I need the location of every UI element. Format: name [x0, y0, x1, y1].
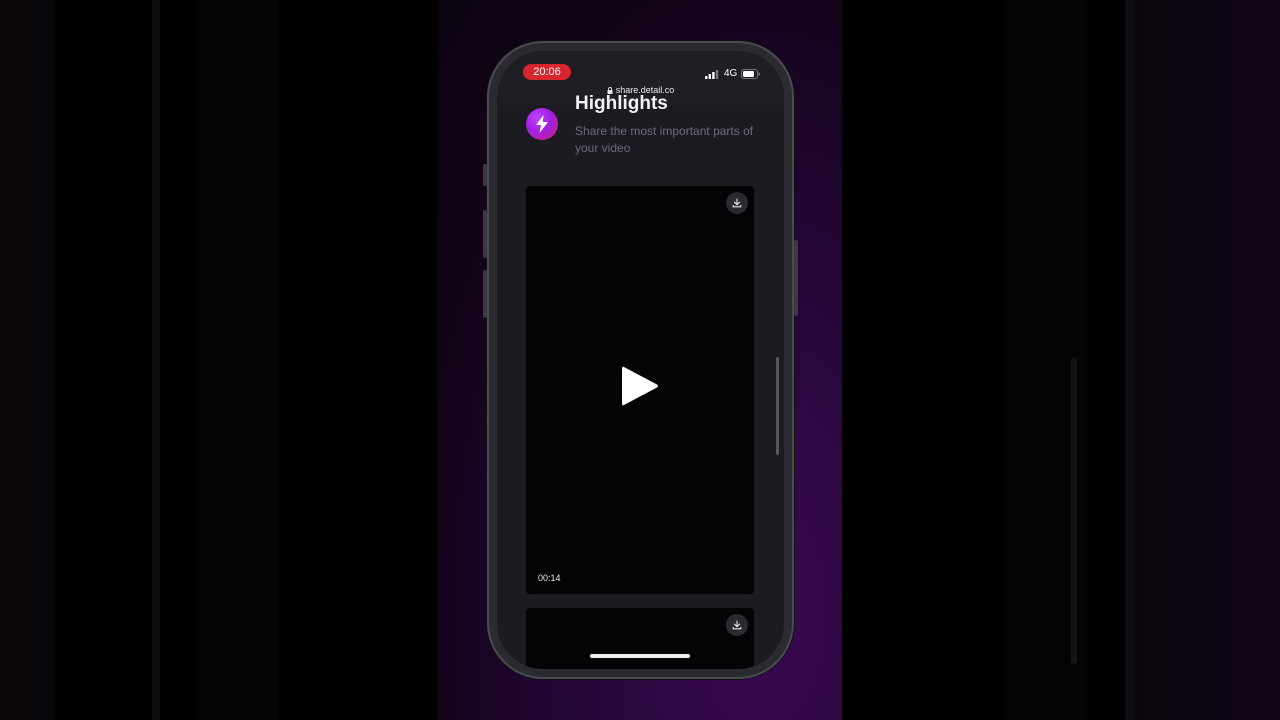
- lightning-glyph: [536, 115, 548, 133]
- video-card[interactable]: [526, 608, 754, 669]
- background-bar: [1071, 358, 1077, 664]
- download-button[interactable]: [726, 192, 748, 214]
- home-indicator[interactable]: [590, 654, 690, 658]
- signal-icon: [705, 70, 719, 79]
- page-content: Highlights Share the most important part…: [497, 93, 784, 669]
- download-icon: [732, 198, 742, 208]
- side-button: [794, 240, 798, 316]
- side-button: [483, 270, 487, 318]
- scroll-indicator[interactable]: [776, 357, 779, 455]
- section-description: Share the most important parts of your v…: [575, 124, 754, 155]
- background-strip: [196, 0, 278, 720]
- play-icon[interactable]: [620, 364, 660, 408]
- network-label: 4G: [724, 68, 738, 79]
- battery-icon: [741, 69, 761, 79]
- background-glow: [1135, 0, 1280, 720]
- video-card[interactable]: 00:14: [526, 186, 754, 594]
- lightning-icon: [526, 108, 558, 140]
- background-strip: [152, 0, 160, 720]
- side-button: [483, 210, 487, 258]
- video-duration: 00:14: [538, 573, 561, 583]
- download-button[interactable]: [726, 614, 748, 636]
- status-time: 20:06: [523, 64, 571, 80]
- download-icon: [732, 620, 742, 630]
- section-title: Highlights: [575, 93, 668, 114]
- side-button: [483, 164, 487, 186]
- background-strip: [1125, 0, 1135, 720]
- phone-screen: 20:06 4G share.detail.co Highlights Shar…: [497, 51, 784, 669]
